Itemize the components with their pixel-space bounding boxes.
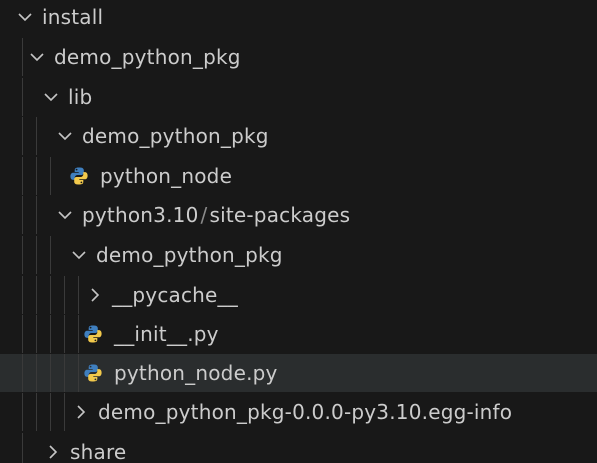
indent-guide (50, 157, 51, 195)
tree-item-label: demo_python_pkg (82, 124, 269, 148)
tree-item-label: python_node (100, 164, 233, 188)
chevron-down-icon (42, 88, 60, 106)
indent-guide (36, 196, 37, 234)
tree-folder-demo-python-pkg-lib[interactable]: demo_python_pkg (0, 117, 597, 155)
tree-item-label: demo_python_pkg (96, 243, 283, 267)
indent-guide (36, 354, 37, 392)
indent-guide (22, 315, 23, 353)
tree-file-python-node[interactable]: python_node (0, 157, 597, 195)
chevron-down-icon (16, 8, 34, 26)
python-icon (82, 323, 104, 345)
chevron-right-icon (44, 443, 62, 461)
tree-folder-egg-info[interactable]: demo_python_pkg-0.0.0-py3.10.egg-info (0, 393, 597, 431)
indent-guide (36, 117, 37, 155)
indent-guide (22, 117, 23, 155)
tree-item-label: __init__.py (114, 322, 219, 346)
tree-folder-install[interactable]: install (0, 0, 597, 36)
tree-folder-demo-python-pkg-site[interactable]: demo_python_pkg (0, 236, 597, 274)
compact-folder-segment[interactable]: python3.10 (82, 203, 199, 227)
chevron-down-icon (56, 127, 74, 145)
indent-guide (36, 157, 37, 195)
tree-item-label: share (70, 440, 127, 463)
compact-folder-separator: / (200, 203, 208, 227)
indent-guide (22, 236, 23, 274)
compact-folder-segment[interactable]: site-packages (209, 203, 350, 227)
chevron-right-icon (86, 286, 104, 304)
tree-item-label: install (42, 5, 104, 29)
indent-guide (78, 315, 79, 353)
indent-guide (64, 393, 65, 431)
tree-folder-share[interactable]: share (0, 433, 597, 463)
tree-file-init-py[interactable]: __init__.py (0, 315, 597, 353)
chevron-down-icon (56, 206, 74, 224)
chevron-right-icon (72, 403, 90, 421)
indent-guide (36, 393, 37, 431)
tree-file-python-node-py[interactable]: python_node.py (0, 354, 597, 392)
indent-guide (50, 393, 51, 431)
indent-guide (22, 354, 23, 392)
tree-folder-pycache[interactable]: __pycache__ (0, 276, 597, 314)
tree-item-label: python_node.py (114, 361, 278, 385)
indent-guide (36, 315, 37, 353)
indent-guide (78, 276, 79, 314)
tree-folder-site-packages[interactable]: python3.10/site-packages (0, 196, 597, 234)
tree-item-label: demo_python_pkg (54, 45, 241, 69)
python-icon (82, 362, 104, 384)
indent-guide (22, 196, 23, 234)
tree-folder-demo-python-pkg[interactable]: demo_python_pkg (0, 38, 597, 76)
chevron-down-icon (28, 48, 46, 66)
indent-guide (22, 38, 23, 76)
chevron-down-icon (70, 246, 88, 264)
indent-guide (36, 276, 37, 314)
tree-folder-lib[interactable]: lib (0, 78, 597, 116)
indent-guide (78, 354, 79, 392)
indent-guide (64, 315, 65, 353)
indent-guide (22, 276, 23, 314)
indent-guide (22, 393, 23, 431)
indent-guide (50, 354, 51, 392)
indent-guide (22, 433, 23, 463)
python-icon (68, 165, 90, 187)
indent-guide (64, 276, 65, 314)
tree-item-label: lib (68, 85, 93, 109)
tree-item-label: demo_python_pkg-0.0.0-py3.10.egg-info (98, 400, 513, 424)
file-explorer-tree: install demo_python_pkg lib demo_python_… (0, 0, 597, 463)
indent-guide (36, 236, 37, 274)
indent-guide (50, 276, 51, 314)
indent-guide (22, 78, 23, 116)
indent-guide (50, 236, 51, 274)
tree-item-label: __pycache__ (112, 283, 238, 307)
indent-guide (64, 354, 65, 392)
indent-guide (22, 157, 23, 195)
tree-item-label: python3.10/site-packages (82, 203, 350, 227)
indent-guide (50, 315, 51, 353)
